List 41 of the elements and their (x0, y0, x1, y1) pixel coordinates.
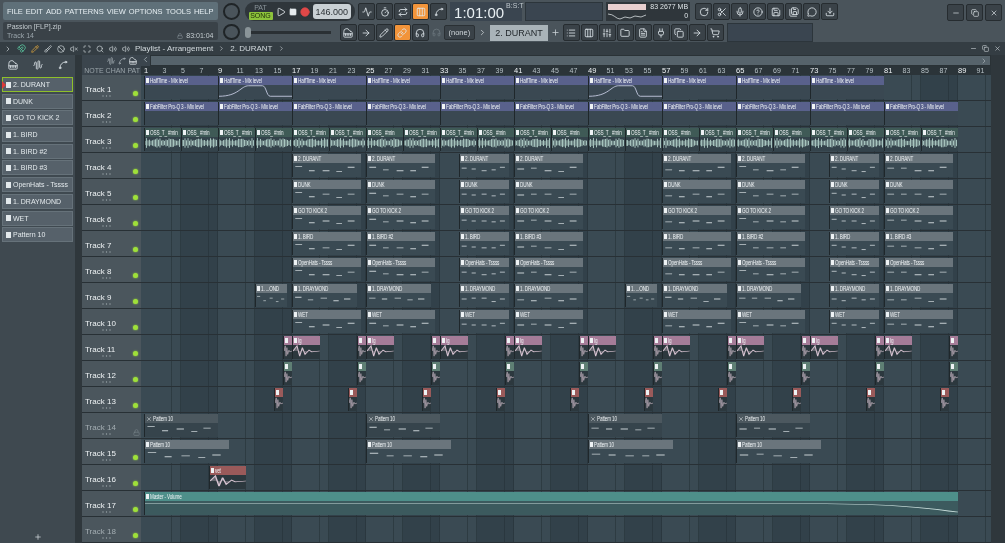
track-header[interactable]: Track 3 (82, 127, 141, 152)
track-name: Track 14 (85, 423, 116, 432)
track-header[interactable]: Track 8 (82, 257, 141, 282)
track-header[interactable]: Track 6 (82, 205, 141, 230)
track-name: Track 6 (85, 215, 112, 224)
track-name: Track 2 (85, 111, 112, 120)
track-name: Track 10 (85, 319, 116, 328)
track-name: Track 1 (85, 85, 112, 94)
track-header[interactable]: Track 1 (82, 75, 141, 100)
track-header[interactable]: Track 10 (82, 309, 141, 334)
tempo-field[interactable]: 146.000 (312, 4, 352, 19)
track-name: Track 4 (85, 163, 112, 172)
track-header[interactable]: Track 2 (82, 101, 141, 126)
track-header[interactable]: Track 11 (82, 335, 141, 360)
track-name: Track 8 (85, 267, 112, 276)
track-name: Track 12 (85, 371, 116, 380)
track-header[interactable]: Track 12 (82, 361, 141, 386)
track-name: Track 11 (85, 345, 116, 354)
window-title: Playlist - Arrangement (135, 44, 214, 53)
track-header[interactable]: Track 15 (82, 439, 141, 464)
track-header[interactable]: Track 4 (82, 153, 141, 178)
track-name: Track 9 (85, 293, 112, 302)
track-header[interactable]: Track 5 (82, 179, 141, 204)
track-header[interactable]: Track 16 (82, 465, 141, 490)
track-header[interactable]: Track 7 (82, 231, 141, 256)
track-header[interactable]: Track 14 (82, 413, 141, 438)
track-name: Track 18 (85, 527, 116, 536)
track-name: Track 3 (85, 137, 112, 146)
track-header[interactable]: Track 18 (82, 517, 141, 542)
track-name: Track 5 (85, 189, 112, 198)
pattern-name: 2. DURANT (230, 44, 273, 53)
track-name: Track 13 (85, 397, 116, 406)
track-name: Track 7 (85, 241, 112, 250)
track-header[interactable]: Track 9 (82, 283, 141, 308)
track-header[interactable]: Track 17 (82, 491, 141, 516)
song-time: 1:01:00 (454, 4, 505, 21)
track-name: Track 15 (85, 449, 116, 458)
track-name: Track 17 (85, 501, 116, 510)
track-header[interactable]: Track 13 (82, 387, 141, 412)
track-name: Track 16 (85, 475, 116, 484)
pattern-select[interactable]: 2. DURANT (490, 24, 548, 41)
